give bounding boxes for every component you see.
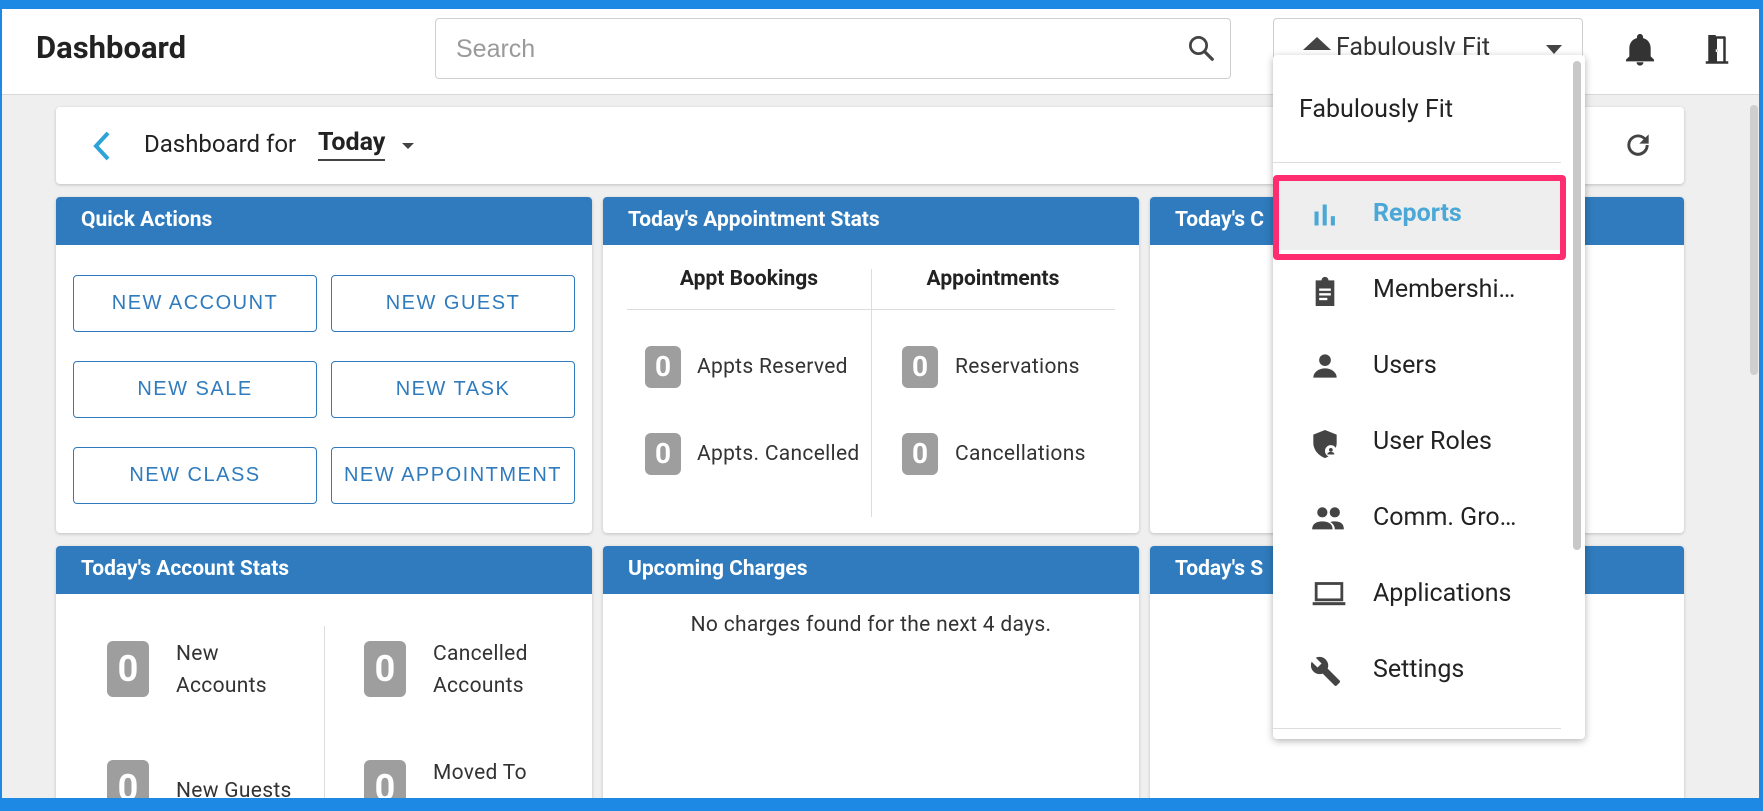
- bell-icon[interactable]: [1624, 33, 1656, 73]
- cancellations-count: 0: [902, 433, 938, 475]
- new-account-button[interactable]: NEW ACCOUNT: [73, 275, 317, 332]
- cancellations-label: Cancellations: [955, 442, 1086, 466]
- appts-cancelled-count: 0: [645, 433, 681, 475]
- menu-divider: [1273, 728, 1561, 729]
- menu-item-label: User Roles: [1373, 427, 1492, 456]
- page-scrollbar[interactable]: [1750, 105, 1758, 375]
- appts-cancelled-label: Appts. Cancelled: [697, 442, 860, 466]
- menu-item-settings[interactable]: Settings: [1273, 636, 1563, 706]
- clipboard-icon: [1311, 276, 1339, 312]
- appointment-stats-title: Today's Appointment Stats: [603, 197, 1139, 245]
- account-stats-divider: [324, 626, 325, 798]
- menu-item-label: Users: [1373, 351, 1437, 380]
- cancelled-accounts-label-line1: Cancelled: [433, 642, 528, 666]
- reservations-label: Reservations: [955, 355, 1080, 379]
- chevron-left-icon[interactable]: [92, 130, 112, 166]
- new-class-button[interactable]: NEW CLASS: [73, 447, 317, 504]
- upcoming-charges-title: Upcoming Charges: [603, 546, 1139, 594]
- menu-item-label: Settings: [1373, 655, 1465, 684]
- search-box[interactable]: [435, 18, 1231, 79]
- menu-item-user-roles[interactable]: User Roles: [1273, 408, 1563, 478]
- search-input[interactable]: [454, 29, 1158, 69]
- new-accounts-count: 0: [107, 641, 149, 697]
- account-stats-title: Today's Account Stats: [56, 546, 592, 594]
- new-guests-count: 0: [107, 760, 149, 798]
- dashboard-for-label: Dashboard for: [144, 130, 297, 158]
- laptop-icon: [1311, 580, 1347, 612]
- chevron-down-icon: [1546, 45, 1562, 54]
- quick-actions-title: Quick Actions: [56, 197, 592, 245]
- page-title: Dashboard: [36, 29, 187, 66]
- refresh-icon[interactable]: [1622, 129, 1654, 165]
- wrench-icon: [1310, 656, 1343, 692]
- menu-item-applications[interactable]: Applications: [1273, 560, 1563, 630]
- new-accounts-label-line1: New: [176, 642, 219, 666]
- cancelled-accounts-count: 0: [364, 641, 406, 697]
- menu-item-comm-groups[interactable]: Comm. Gro…: [1273, 484, 1563, 554]
- upcoming-charges-card: Upcoming Charges No charges found for th…: [603, 546, 1139, 798]
- menu-item-label: Applications: [1373, 579, 1512, 608]
- logout-icon[interactable]: [1702, 33, 1732, 71]
- moved-to-count: 0: [364, 760, 406, 798]
- menu-item-label: Membershi…: [1373, 275, 1516, 304]
- menu-item-users[interactable]: Users: [1273, 332, 1563, 402]
- new-task-button[interactable]: NEW TASK: [331, 361, 575, 418]
- quick-actions-card: Quick Actions NEW ACCOUNT NEW GUEST NEW …: [56, 197, 592, 533]
- appt-bookings-header: Appt Bookings: [679, 267, 819, 291]
- search-icon[interactable]: [1186, 33, 1216, 67]
- menu-org-name[interactable]: Fabulously Fit: [1299, 95, 1453, 124]
- app-frame: Dashboard Fabulously Fit Dashboard for T…: [2, 9, 1759, 798]
- reports-highlight-box: [1273, 175, 1566, 260]
- appointments-header: Appointments: [926, 267, 1060, 291]
- moved-to-label: Moved To: [433, 761, 527, 785]
- new-guests-label: New Guests: [176, 779, 292, 798]
- period-caret-icon[interactable]: [402, 143, 414, 149]
- column-divider: [871, 269, 872, 517]
- account-stats-card: Today's Account Stats 0 New Accounts 0 C…: [56, 546, 592, 798]
- person-icon: [1311, 352, 1339, 384]
- people-icon: [1311, 504, 1345, 536]
- period-select[interactable]: Today: [318, 128, 386, 161]
- appts-reserved-count: 0: [645, 346, 681, 388]
- new-guest-button[interactable]: NEW GUEST: [331, 275, 575, 332]
- menu-divider: [1273, 162, 1561, 163]
- new-accounts-label-line2: Accounts: [176, 674, 267, 698]
- new-appointment-button[interactable]: NEW APPOINTMENT: [331, 447, 575, 504]
- menu-item-memberships[interactable]: Membershi…: [1273, 256, 1563, 326]
- appointment-stats-card: Today's Appointment Stats Appt Bookings …: [603, 197, 1139, 533]
- menu-item-label: Comm. Gro…: [1373, 503, 1517, 532]
- appts-reserved-label: Appts Reserved: [697, 355, 848, 379]
- reservations-count: 0: [902, 346, 938, 388]
- cancelled-accounts-label-line2: Accounts: [433, 674, 524, 698]
- shield-user-icon: [1311, 428, 1339, 464]
- new-sale-button[interactable]: NEW SALE: [73, 361, 317, 418]
- club-dropdown-menu: Fabulously Fit Reports Membershi… Users: [1273, 55, 1585, 739]
- menu-scrollbar[interactable]: [1573, 61, 1581, 550]
- no-charges-message: No charges found for the next 4 days.: [690, 613, 1052, 637]
